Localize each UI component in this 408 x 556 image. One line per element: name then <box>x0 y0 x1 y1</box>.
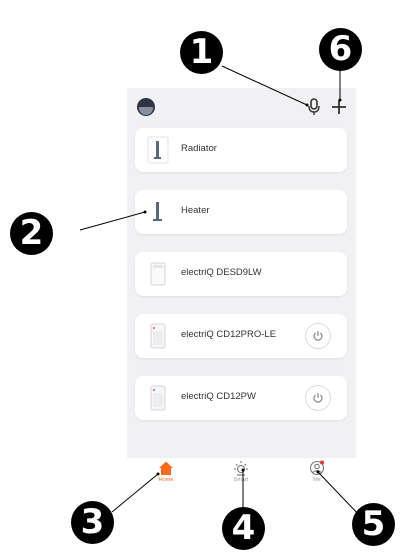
callout-leader-lines <box>79 65 363 519</box>
callout-badge-1: 1 <box>180 31 223 74</box>
callout-badge-5: 5 <box>352 503 395 546</box>
callout-badge-4: 4 <box>222 507 265 550</box>
callout-badge-6: 6 <box>319 28 362 71</box>
callout-badge-2: 2 <box>10 212 53 255</box>
callout-badge-3: 3 <box>71 501 114 544</box>
